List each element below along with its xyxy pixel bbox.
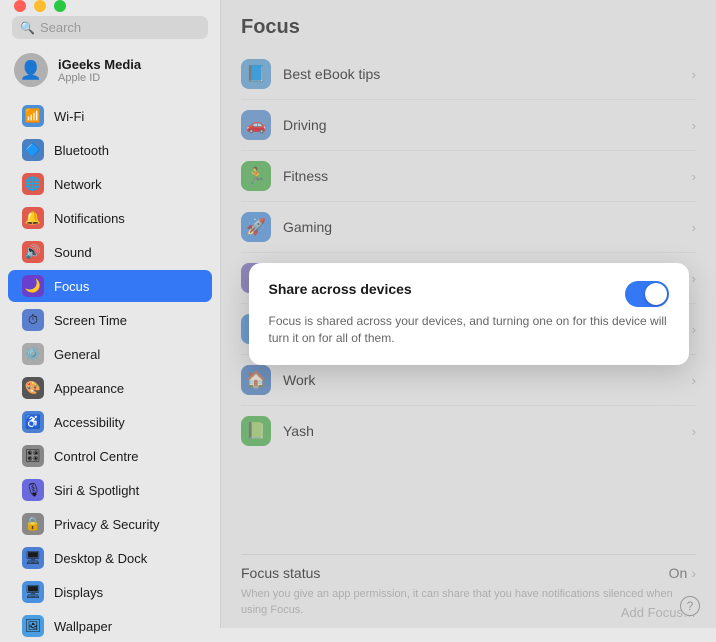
sidebar-item-appearance[interactable]: 🎨 Appearance xyxy=(8,372,212,404)
controlcentre-icon: 🎛 xyxy=(22,445,44,467)
toggle-knob xyxy=(645,283,667,305)
sidebar-item-accessibility[interactable]: ♿ Accessibility xyxy=(8,406,212,438)
sidebar-item-label: Appearance xyxy=(54,381,124,396)
sidebar-item-label: Privacy & Security xyxy=(54,517,159,532)
sidebar-item-screentime[interactable]: ⏱ Screen Time xyxy=(8,304,212,336)
network-icon: 🌐 xyxy=(22,173,44,195)
sidebar-item-label: Sound xyxy=(54,245,92,260)
sidebar-item-label: Siri & Spotlight xyxy=(54,483,139,498)
wifi-icon: 📶 xyxy=(22,105,44,127)
sidebar-item-focus[interactable]: 🌙 Focus xyxy=(8,270,212,302)
user-section[interactable]: 👤 iGeeks Media Apple ID xyxy=(0,47,220,93)
displays-icon: 🖥 xyxy=(22,581,44,603)
sidebar-item-desktop[interactable]: 🖥 Desktop & Dock xyxy=(8,542,212,574)
search-bar[interactable]: 🔍 Search xyxy=(12,16,208,39)
modal-description: Focus is shared across your devices, and… xyxy=(269,313,669,348)
screentime-icon: ⏱ xyxy=(22,309,44,331)
desktop-icon: 🖥 xyxy=(22,547,44,569)
sidebar: 🔍 Search 👤 iGeeks Media Apple ID 📶 Wi-Fi… xyxy=(0,0,220,628)
accessibility-icon: ♿ xyxy=(22,411,44,433)
sidebar-item-privacy[interactable]: 🔒 Privacy & Security xyxy=(8,508,212,540)
sidebar-item-controlcentre[interactable]: 🎛 Control Centre xyxy=(8,440,212,472)
user-subtitle: Apple ID xyxy=(58,72,141,84)
sidebar-item-wifi[interactable]: 📶 Wi-Fi xyxy=(8,100,212,132)
titlebar xyxy=(0,0,220,12)
sidebar-item-label: General xyxy=(54,347,100,362)
sidebar-item-label: Accessibility xyxy=(54,415,125,430)
sidebar-item-label: Bluetooth xyxy=(54,143,109,158)
appearance-icon: 🎨 xyxy=(22,377,44,399)
sidebar-item-label: Notifications xyxy=(54,211,125,226)
sound-icon: 🔊 xyxy=(22,241,44,263)
sidebar-item-network[interactable]: 🌐 Network xyxy=(8,168,212,200)
sidebar-item-label: Focus xyxy=(54,279,89,294)
avatar: 👤 xyxy=(14,53,48,87)
sidebar-item-siri[interactable]: 🎙 Siri & Spotlight xyxy=(8,474,212,506)
share-across-devices-modal: Share across devices Focus is shared acr… xyxy=(249,263,689,366)
bluetooth-icon: 🔷 xyxy=(22,139,44,161)
sidebar-item-general[interactable]: ⚙️ General xyxy=(8,338,212,370)
main-content: Focus 📘 Best eBook tips › 🚗 Driving › 🏃 … xyxy=(220,0,716,628)
sidebar-item-wallpaper[interactable]: 🖼 Wallpaper xyxy=(8,610,212,642)
sidebar-item-label: Control Centre xyxy=(54,449,139,464)
sidebar-item-displays[interactable]: 🖥 Displays xyxy=(8,576,212,608)
sidebar-item-bluetooth[interactable]: 🔷 Bluetooth xyxy=(8,134,212,166)
search-input[interactable]: Search xyxy=(40,20,81,35)
search-icon: 🔍 xyxy=(20,21,35,35)
minimize-button[interactable] xyxy=(34,0,46,12)
siri-icon: 🎙 xyxy=(22,479,44,501)
sidebar-item-label: Wi-Fi xyxy=(54,109,84,124)
close-button[interactable] xyxy=(14,0,26,12)
sidebar-item-label: Wallpaper xyxy=(54,619,112,634)
modal-title: Share across devices xyxy=(269,281,412,297)
share-across-devices-toggle[interactable] xyxy=(625,281,669,307)
sidebar-item-label: Screen Time xyxy=(54,313,127,328)
modal-overlay: Share across devices Focus is shared acr… xyxy=(221,0,716,628)
maximize-button[interactable] xyxy=(54,0,66,12)
sidebar-item-label: Desktop & Dock xyxy=(54,551,147,566)
wallpaper-icon: 🖼 xyxy=(22,615,44,637)
user-name: iGeeks Media xyxy=(58,57,141,72)
notifications-icon: 🔔 xyxy=(22,207,44,229)
sidebar-item-sound[interactable]: 🔊 Sound xyxy=(8,236,212,268)
sidebar-item-label: Network xyxy=(54,177,102,192)
sidebar-item-notifications[interactable]: 🔔 Notifications xyxy=(8,202,212,234)
sidebar-item-label: Displays xyxy=(54,585,103,600)
focus-icon: 🌙 xyxy=(22,275,44,297)
privacy-icon: 🔒 xyxy=(22,513,44,535)
general-icon: ⚙️ xyxy=(22,343,44,365)
